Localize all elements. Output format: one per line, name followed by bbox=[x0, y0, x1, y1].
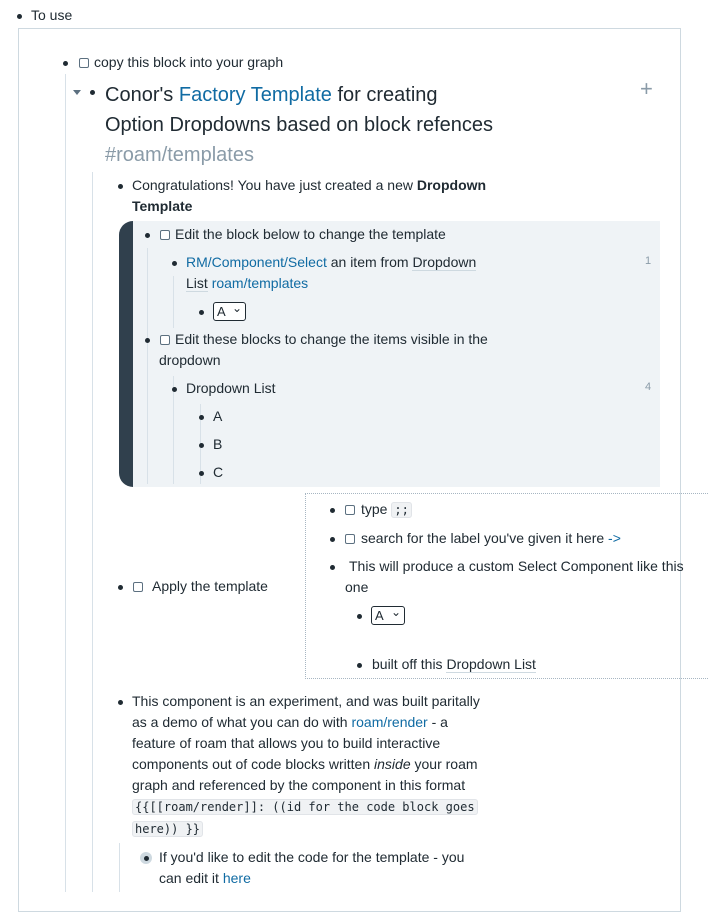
todo-checkbox[interactable] bbox=[345, 534, 355, 544]
congrats-bold: Dropdown bbox=[416, 177, 487, 193]
todo-checkbox[interactable] bbox=[160, 335, 170, 345]
congrats-block[interactable]: Congratulations! You have just created a… bbox=[132, 175, 486, 196]
todo-checkbox[interactable] bbox=[79, 58, 89, 68]
experiment-line: feature of roam that allows you to build… bbox=[132, 735, 441, 751]
shortcut-code: ;; bbox=[391, 502, 412, 518]
todo-checkbox[interactable] bbox=[345, 505, 355, 515]
bullet[interactable] bbox=[144, 856, 149, 861]
collapse-caret-icon[interactable] bbox=[73, 90, 81, 95]
search-label: search for the label you've given it her… bbox=[361, 530, 605, 546]
edit-below-text[interactable]: Edit the block below to change the templ… bbox=[175, 224, 446, 245]
bullet[interactable] bbox=[357, 663, 362, 668]
experiment-line: as a demo of what you can do with roam/r… bbox=[132, 712, 480, 733]
arrow-text: -> bbox=[608, 530, 621, 546]
plus-icon[interactable]: + bbox=[640, 76, 653, 102]
roam-templates-link[interactable]: roam/templates bbox=[212, 275, 308, 291]
bullet[interactable] bbox=[118, 184, 123, 189]
bullet[interactable] bbox=[199, 471, 204, 476]
experiment-text: your roam bbox=[414, 756, 478, 772]
edit-these-text-2[interactable]: dropdown bbox=[159, 350, 221, 371]
bullet[interactable] bbox=[330, 537, 335, 542]
type-step[interactable]: type ;; bbox=[361, 499, 412, 521]
type-label: type bbox=[361, 501, 388, 517]
dropdown-list-label[interactable]: Dropdown List bbox=[186, 378, 276, 399]
edit-code-text-2[interactable]: can edit it here bbox=[159, 868, 251, 889]
list-ref[interactable]: List bbox=[186, 275, 208, 292]
chevron-down-icon: ⌄ bbox=[390, 605, 401, 619]
rm-component-select-link[interactable]: RM/Component/Select bbox=[186, 254, 327, 270]
built-prefix: built off this bbox=[372, 656, 443, 672]
guide-line bbox=[65, 74, 66, 892]
component-middle-text: an item from bbox=[330, 254, 409, 270]
guide-line bbox=[92, 172, 93, 892]
experiment-text: components out of code blocks written bbox=[132, 756, 371, 772]
option-select[interactable]: A ⌄ bbox=[213, 301, 246, 321]
bullet[interactable] bbox=[90, 90, 95, 95]
edit-code-text[interactable]: If you'd like to edit the code for the t… bbox=[159, 847, 464, 868]
bullet[interactable] bbox=[145, 338, 150, 343]
produce-step[interactable]: This will produce a custom Select Compon… bbox=[349, 556, 684, 577]
select-value: A bbox=[217, 304, 226, 319]
header-suffix: for creating bbox=[337, 84, 438, 106]
experiment-line: graph and referenced by the component in… bbox=[132, 777, 466, 793]
root-block[interactable]: To use bbox=[31, 5, 72, 26]
chevron-down-icon: ⌄ bbox=[231, 301, 242, 315]
dropdown-list-ref[interactable]: Dropdown List bbox=[446, 656, 536, 673]
edit-code-prefix: can edit it bbox=[159, 870, 219, 886]
render-code-2: here)) }} bbox=[132, 821, 204, 837]
here-link[interactable]: here bbox=[223, 870, 251, 886]
experiment-text: - a bbox=[431, 714, 448, 730]
bullet[interactable] bbox=[199, 415, 204, 420]
list-item-c[interactable]: C bbox=[213, 462, 223, 483]
guide-line bbox=[147, 248, 148, 484]
bullet[interactable] bbox=[172, 261, 177, 266]
todo-checkbox[interactable] bbox=[160, 230, 170, 240]
bullet[interactable] bbox=[118, 585, 123, 590]
factory-template-link[interactable]: Factory Template bbox=[179, 84, 332, 106]
bullet[interactable] bbox=[145, 233, 150, 238]
bullet[interactable] bbox=[17, 14, 22, 19]
header-line2: Option Dropdowns based on block refences bbox=[105, 114, 494, 136]
experiment-text: as a demo of what you can do with bbox=[132, 714, 348, 730]
guide-line bbox=[173, 276, 174, 328]
reference-count[interactable]: 1 bbox=[645, 255, 651, 267]
header-block[interactable]: Conor's Factory Template for creating Op… bbox=[105, 80, 545, 170]
bullet[interactable] bbox=[330, 565, 335, 570]
component-line[interactable]: RM/Component/Select an item from Dropdow… bbox=[186, 252, 477, 273]
apply-template-text[interactable]: Apply the template bbox=[152, 576, 268, 597]
roam-templates-tag[interactable]: #roam/templates bbox=[105, 140, 545, 170]
built-off-step[interactable]: built off this Dropdown List bbox=[372, 654, 536, 675]
option-select[interactable]: A ⌄ bbox=[371, 605, 405, 625]
guide-line bbox=[173, 376, 174, 484]
search-step[interactable]: search for the label you've given it her… bbox=[361, 528, 621, 549]
bullet[interactable] bbox=[118, 700, 123, 705]
list-item-a[interactable]: A bbox=[213, 406, 222, 427]
template-region-bar bbox=[119, 221, 133, 487]
roam-render-link[interactable]: roam/render bbox=[351, 714, 427, 730]
guide-line bbox=[119, 843, 120, 892]
experiment-block[interactable]: This component is an experiment, and was… bbox=[132, 691, 480, 840]
dropdown-ref[interactable]: Dropdown bbox=[412, 254, 477, 271]
congrats-bold-2: Template bbox=[132, 198, 193, 214]
list-item-b[interactable]: B bbox=[213, 434, 222, 455]
header-prefix: Conor's bbox=[105, 84, 174, 106]
select-value: A bbox=[375, 608, 384, 623]
bullet[interactable] bbox=[357, 614, 362, 619]
copy-block-text[interactable]: copy this block into your graph bbox=[94, 52, 283, 73]
experiment-italic: inside bbox=[374, 756, 411, 772]
component-line-2[interactable]: List roam/templates bbox=[186, 273, 308, 294]
experiment-line: components out of code blocks written in… bbox=[132, 754, 480, 775]
congrats-text: Congratulations! You have just created a… bbox=[132, 177, 413, 193]
todo-checkbox[interactable] bbox=[133, 582, 143, 592]
bullet[interactable] bbox=[172, 387, 177, 392]
reference-count[interactable]: 4 bbox=[645, 381, 651, 393]
render-code: {{[[roam/render]]: ((id for the code blo… bbox=[132, 799, 478, 815]
experiment-line: This component is an experiment, and was… bbox=[132, 693, 480, 709]
produce-step-2[interactable]: one bbox=[345, 577, 368, 598]
bullet[interactable] bbox=[199, 443, 204, 448]
bullet[interactable] bbox=[63, 61, 68, 66]
edit-these-text[interactable]: Edit these blocks to change the items vi… bbox=[175, 329, 488, 350]
bullet[interactable] bbox=[330, 508, 335, 513]
bullet[interactable] bbox=[199, 310, 204, 315]
